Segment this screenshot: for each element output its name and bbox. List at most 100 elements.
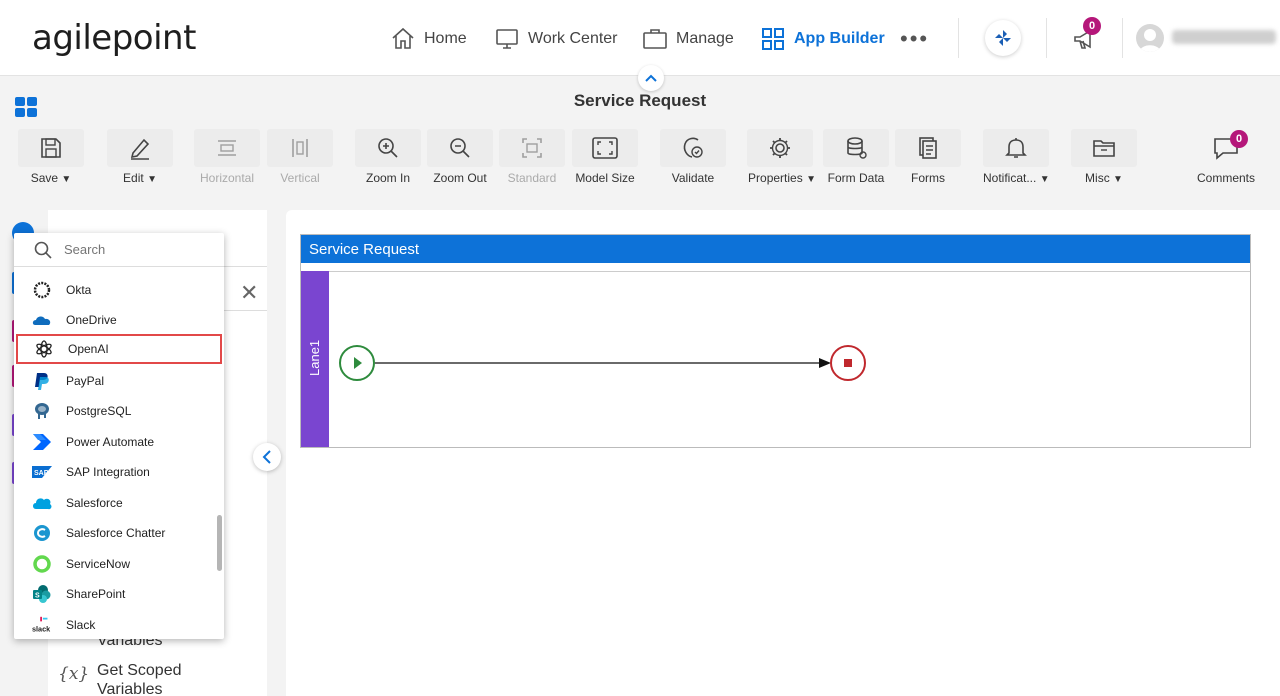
notification-badge: 0 — [1083, 17, 1101, 35]
page-title: Service Request — [573, 91, 707, 110]
horizontal-label: Horizontal — [199, 171, 255, 185]
list-item-label: OneDrive — [66, 313, 117, 327]
list-item-label: OpenAI — [68, 342, 109, 356]
servicenow-icon — [33, 555, 51, 573]
comments-label: Comments — [1196, 171, 1255, 185]
save-label: Save — [30, 171, 59, 185]
user-icon — [1139, 29, 1161, 52]
properties-button[interactable]: Properties ▼ — [747, 129, 817, 187]
forms-icon — [919, 137, 937, 159]
list-item-sap-integration[interactable]: SAP SAP Integration — [14, 457, 210, 487]
comments-button[interactable]: Comments — [1193, 129, 1259, 187]
list-item-salesforce-chatter[interactable]: Salesforce Chatter — [14, 518, 210, 548]
nav-manage-label: Manage — [676, 30, 734, 47]
zoom-out-icon — [450, 138, 470, 158]
collapse-header-button[interactable] — [638, 65, 664, 91]
zoom-out-label: Zoom Out — [433, 171, 487, 185]
divider — [1122, 18, 1123, 58]
top-navigation: agilepoint Home Work Center Manage App B… — [0, 0, 1280, 76]
svg-text:SAP: SAP — [34, 470, 49, 477]
validate-button[interactable]: Validate — [660, 129, 726, 187]
nav-home[interactable]: Home — [390, 24, 467, 54]
close-icon[interactable]: ✕ — [240, 280, 258, 306]
home-icon — [392, 27, 414, 49]
chevron-down-icon: ▼ — [1039, 174, 1050, 185]
edit-label: Edit — [123, 171, 144, 185]
horizontal-layout-icon — [218, 140, 236, 156]
more-menu-button[interactable]: ••• — [900, 26, 929, 52]
list-item-paypal[interactable]: PayPal — [14, 366, 210, 396]
properties-label: Properties — [748, 171, 803, 185]
app-builder-icon — [762, 28, 784, 50]
user-name-blurred[interactable] — [1172, 30, 1276, 44]
comments-badge: 0 — [1230, 130, 1248, 148]
nav-app-builder[interactable]: App Builder — [760, 24, 885, 54]
zoom-in-icon — [378, 138, 398, 158]
activity-get-scoped-variables[interactable]: Get Scoped — [97, 662, 182, 680]
svg-text:slack: slack — [32, 624, 51, 633]
form-data-button[interactable]: Form Data — [823, 129, 889, 187]
zoom-out-button[interactable]: Zoom Out — [427, 129, 493, 187]
list-item-onedrive[interactable]: OneDrive — [14, 305, 210, 335]
model-size-label: Model Size — [575, 171, 635, 185]
save-button[interactable]: Save ▼ — [18, 129, 84, 187]
chevron-down-icon: ▼ — [806, 174, 816, 185]
nav-app-builder-label: App Builder — [794, 30, 885, 47]
validate-icon — [683, 137, 703, 158]
search-box[interactable] — [14, 233, 224, 267]
salesforce-chatter-icon — [34, 525, 50, 541]
misc-label: Misc — [1085, 171, 1110, 185]
vertical-label: Vertical — [280, 171, 320, 185]
zoom-in-button[interactable]: Zoom In — [355, 129, 421, 187]
agilepoint-logo[interactable]: agilepoint — [32, 18, 196, 58]
search-input[interactable] — [64, 242, 204, 257]
list-item-power-automate[interactable]: Power Automate — [14, 427, 210, 457]
nav-manage[interactable]: Manage — [642, 24, 734, 54]
list-item-label: PostgreSQL — [66, 404, 132, 418]
save-icon — [41, 138, 61, 158]
standard-button[interactable]: Standard — [499, 129, 565, 187]
validate-label: Validate — [671, 171, 715, 185]
list-item-label: Okta — [66, 283, 92, 297]
list-item-label: Power Automate — [66, 435, 155, 449]
horizontal-button[interactable]: Horizontal — [194, 129, 260, 187]
list-item-openai[interactable]: OpenAI — [16, 334, 222, 364]
list-item-slack[interactable]: slack Slack — [14, 610, 210, 639]
list-item-sharepoint[interactable]: S SharePoint — [14, 579, 210, 609]
sharepoint-icon: S — [33, 585, 51, 603]
list-item-okta[interactable]: Okta — [14, 275, 210, 305]
collapse-panel-button[interactable] — [253, 443, 281, 471]
chevron-down-icon: ▼ — [61, 174, 72, 185]
model-size-button[interactable]: Model Size — [572, 129, 638, 187]
list-item-salesforce[interactable]: Salesforce — [14, 488, 210, 518]
avatar[interactable] — [1136, 24, 1164, 52]
list-item-servicenow[interactable]: ServiceNow — [14, 549, 210, 579]
slack-icon: slack — [32, 616, 51, 633]
connector-dropdown[interactable]: Okta OneDrive OpenAI PayPal PostgreSQL P… — [14, 233, 224, 639]
list-item-postgresql[interactable]: PostgreSQL — [14, 396, 210, 426]
pool[interactable]: Service Request Lane1 — [300, 234, 1251, 448]
scrollbar-thumb[interactable] — [217, 515, 222, 571]
notifications-button[interactable]: Notificat... ▼ — [983, 129, 1050, 187]
nav-work-center-label: Work Center — [528, 30, 618, 47]
nav-work-center[interactable]: Work Center — [494, 24, 618, 54]
pinwheel-icon — [995, 30, 1011, 46]
divider — [958, 18, 959, 58]
vertical-button[interactable]: Vertical — [267, 129, 333, 187]
forms-button[interactable]: Forms — [895, 129, 961, 187]
misc-button[interactable]: Misc ▼ — [1071, 129, 1137, 187]
list-item-label: Salesforce Chatter — [66, 526, 166, 540]
chevron-down-icon: ▼ — [1113, 174, 1123, 185]
folder-icon — [1093, 140, 1115, 157]
search-icon — [34, 241, 52, 259]
chevron-left-icon — [262, 450, 271, 464]
activity-get-scoped-variables-line2: Variables — [97, 681, 163, 696]
ai-assistant-button[interactable] — [985, 20, 1021, 56]
database-icon — [847, 137, 867, 159]
list-item-label: SharePoint — [66, 587, 126, 601]
list-item-label: PayPal — [66, 374, 105, 388]
scoped-variables-icon: {x} — [58, 664, 90, 684]
edit-button[interactable]: Edit ▼ — [107, 129, 173, 187]
chevron-down-icon: ▼ — [147, 174, 157, 185]
fit-screen-icon — [592, 137, 618, 159]
